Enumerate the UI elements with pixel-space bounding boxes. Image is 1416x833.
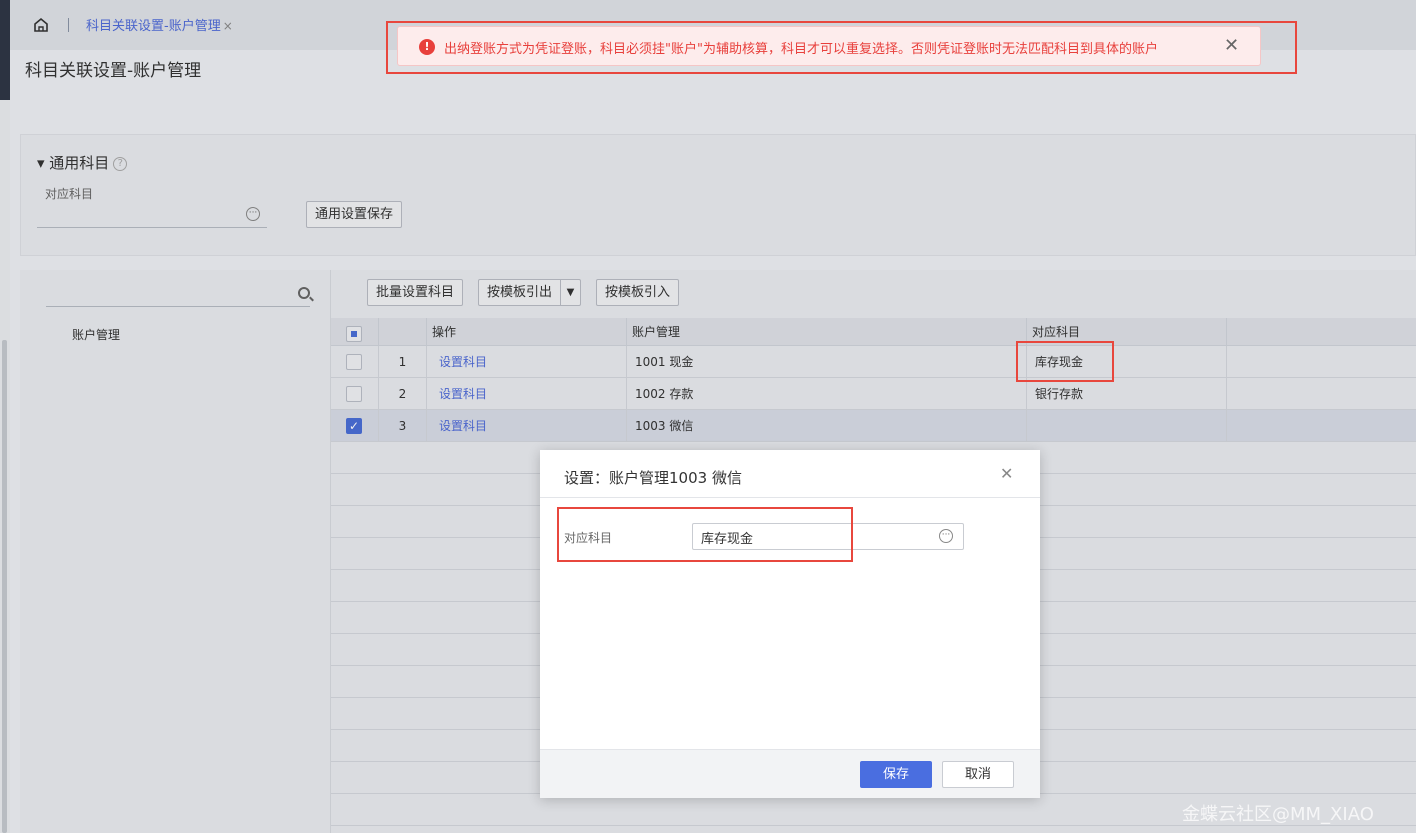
watermark: 金蝶云社区@MM_XIAO: [1182, 804, 1374, 825]
divider: [540, 497, 1040, 498]
row-index: 1: [379, 346, 427, 378]
row-checkbox[interactable]: [346, 354, 362, 370]
close-icon[interactable]: ×: [223, 19, 233, 33]
dialog-field-label: 对应科目: [564, 531, 613, 545]
subject-input[interactable]: 库存现金 ···: [692, 523, 964, 550]
set-subject-link[interactable]: 设置科目: [427, 378, 627, 410]
row-checkbox[interactable]: ✓: [346, 418, 362, 434]
toast-message: 出纳登账方式为凭证登账，科目必须挂"账户"为辅助核算，科目才可以重复选择。否则凭…: [444, 42, 1158, 57]
import-template-button[interactable]: 按模板引入: [596, 279, 680, 306]
tree-panel: 账户管理 ◀▶: [20, 270, 331, 833]
chevron-down-icon[interactable]: ▼: [560, 280, 580, 305]
tab-label: 科目关联设置-账户管理: [86, 19, 221, 34]
row-checkbox[interactable]: [346, 386, 362, 402]
subject-cell: 银行存款: [1027, 378, 1227, 410]
table-row[interactable]: 2 设置科目 1002 存款 银行存款: [331, 378, 1416, 410]
section-title[interactable]: ▾ 通用科目?: [37, 152, 128, 173]
export-template-button[interactable]: 按模板引出 ▼: [478, 279, 582, 306]
grid-header: 操作 账户管理 对应科目: [331, 318, 1416, 346]
set-subject-dialog: 设置：账户管理1003 微信 ✕ 对应科目 库存现金 ··· 保存 取消: [540, 450, 1040, 798]
app-sidebar-edge: [0, 0, 10, 100]
subject-cell: 库存现金: [1027, 346, 1227, 378]
tree-item-account-management[interactable]: 账户管理: [72, 326, 120, 343]
close-icon[interactable]: ✕: [1224, 35, 1239, 56]
tab-subject-link-settings[interactable]: 科目关联设置-账户管理 ×: [80, 8, 239, 44]
subject-cell: [1027, 410, 1227, 442]
set-subject-link[interactable]: 设置科目: [427, 410, 627, 442]
account-cell: 1001 现金: [627, 346, 1027, 378]
subject-input-value: 库存现金: [701, 532, 754, 547]
save-button[interactable]: 保存: [860, 761, 932, 788]
close-icon[interactable]: ✕: [1000, 464, 1013, 483]
header-account[interactable]: 账户管理: [627, 318, 1027, 346]
search-icon[interactable]: [298, 287, 310, 299]
tree-search-input[interactable]: [46, 306, 310, 307]
select-all-checkbox[interactable]: [346, 326, 362, 342]
general-save-button[interactable]: 通用设置保存: [306, 201, 403, 228]
table-row[interactable]: ✓ 3 设置科目 1003 微信: [331, 410, 1416, 442]
table-row[interactable]: 1 设置科目 1001 现金 库存现金: [331, 346, 1416, 378]
ellipsis-icon[interactable]: ···: [246, 207, 260, 221]
account-cell: 1002 存款: [627, 378, 1027, 410]
cancel-button[interactable]: 取消: [942, 761, 1014, 788]
error-toast: ! 出纳登账方式为凭证登账，科目必须挂"账户"为辅助核算，科目才可以重复选择。否…: [397, 26, 1261, 66]
tab-separator: [68, 18, 69, 32]
batch-set-subject-button[interactable]: 批量设置科目: [367, 279, 464, 306]
dialog-title: 设置：账户管理1003 微信: [564, 469, 742, 487]
error-icon: !: [419, 39, 435, 55]
set-subject-link[interactable]: 设置科目: [427, 346, 627, 378]
general-field-label: 对应科目: [45, 187, 94, 201]
ellipsis-icon[interactable]: ···: [939, 529, 953, 543]
left-edge-strip: [0, 0, 10, 833]
general-subject-panel: ▾ 通用科目? 对应科目 ··· 通用设置保存: [20, 134, 1416, 256]
general-subject-input[interactable]: [37, 227, 267, 228]
help-icon[interactable]: ?: [113, 157, 128, 171]
account-cell: 1003 微信: [627, 410, 1027, 442]
row-index: 3: [379, 410, 427, 442]
dialog-footer: 保存 取消: [540, 749, 1040, 798]
header-subject[interactable]: 对应科目: [1027, 318, 1227, 346]
page-title: 科目关联设置-账户管理: [25, 61, 202, 81]
header-op[interactable]: 操作: [427, 318, 627, 346]
row-index: 2: [379, 378, 427, 410]
scrollbar[interactable]: [2, 340, 7, 833]
home-icon[interactable]: [32, 16, 50, 34]
